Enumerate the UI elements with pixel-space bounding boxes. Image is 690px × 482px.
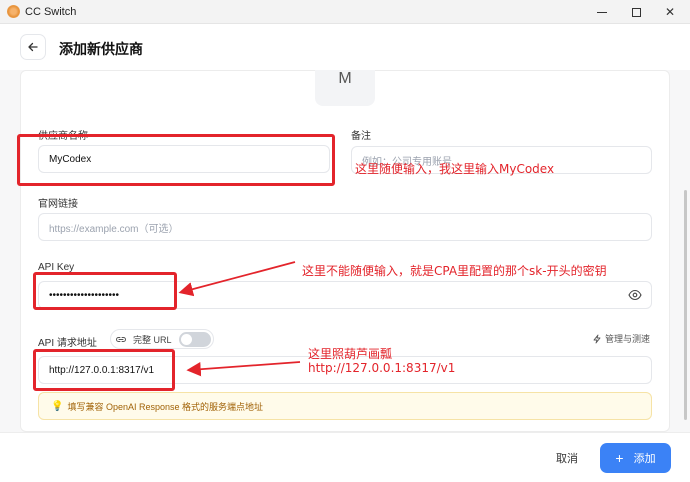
provider-avatar[interactable]: M xyxy=(315,70,375,106)
hint-text: 填写兼容 OpenAI Response 格式的服务端点地址 xyxy=(67,401,264,412)
full-url-toggle-group[interactable]: 完整 URL xyxy=(110,329,214,349)
annotation-box-url xyxy=(33,349,175,391)
maximize-button[interactable] xyxy=(618,0,654,24)
back-button[interactable] xyxy=(20,34,46,60)
annotation-box-key xyxy=(33,272,177,310)
api-url-label: API 请求地址 xyxy=(38,338,97,349)
annotation-key-note: 这里不能随便输入，就是CPA里配置的那个sk-开头的密钥 xyxy=(302,264,607,278)
minimize-button[interactable] xyxy=(584,0,620,24)
annotation-url-note-line2: http://127.0.0.1:8317/v1 xyxy=(308,361,456,375)
lightning-icon xyxy=(593,334,601,343)
switch-knob xyxy=(181,334,192,345)
footer-bar: 取消 + 添加 xyxy=(0,432,690,482)
window-title: CC Switch xyxy=(25,6,77,18)
close-button[interactable]: ✕ xyxy=(652,0,688,24)
lightbulb-icon: 💡 xyxy=(51,400,64,412)
annotation-box-name xyxy=(17,134,335,186)
link-icon xyxy=(116,337,126,342)
eye-icon[interactable] xyxy=(628,289,642,301)
page-header: 添加新供应商 xyxy=(0,24,690,70)
scrollbar[interactable] xyxy=(684,190,687,420)
website-label: 官网链接 xyxy=(38,199,78,210)
app-logo-icon xyxy=(7,5,20,18)
cancel-button[interactable]: 取消 xyxy=(547,445,587,471)
full-url-switch[interactable] xyxy=(179,332,211,347)
add-button[interactable]: + 添加 xyxy=(600,443,671,473)
avatar-letter: M xyxy=(338,70,352,87)
manage-speedtest-label: 管理与测速 xyxy=(605,334,651,344)
manage-speedtest-link[interactable]: 管理与测速 xyxy=(592,332,650,345)
notes-label: 备注 xyxy=(351,131,371,142)
hint-banner: 💡 填写兼容 OpenAI Response 格式的服务端点地址 xyxy=(38,392,652,420)
close-icon: ✕ xyxy=(664,5,676,19)
page-title: 添加新供应商 xyxy=(59,41,143,57)
full-url-label: 完整 URL xyxy=(133,334,172,345)
arrow-left-icon xyxy=(28,42,38,52)
minimize-icon xyxy=(597,11,607,13)
annotation-url-note-line1: 这里照葫芦画瓢 xyxy=(308,347,393,361)
annotation-name-note: 这里随便输入，我这里输入MyCodex xyxy=(355,162,555,176)
title-bar: CC Switch ✕ xyxy=(0,0,690,24)
maximize-icon xyxy=(631,7,641,17)
plus-icon: + xyxy=(615,450,624,466)
add-button-label: 添加 xyxy=(633,453,656,465)
website-input[interactable]: https://example.com（可选） xyxy=(38,213,652,241)
